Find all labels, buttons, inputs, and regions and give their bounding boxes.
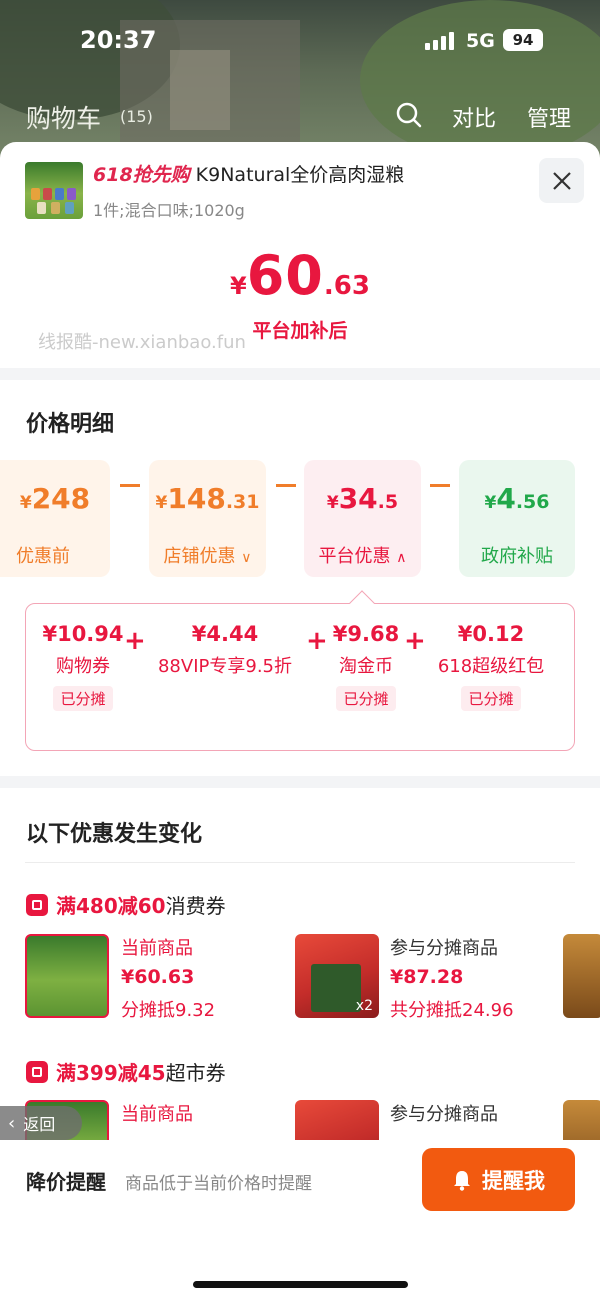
allocated-tag: 已分摊 bbox=[53, 686, 113, 711]
battery-icon: 94 bbox=[503, 29, 543, 51]
status-time: 20:37 bbox=[80, 26, 157, 54]
plus-sign: + bbox=[306, 626, 328, 656]
changes-title: 以下优惠发生变化 bbox=[26, 822, 203, 847]
detail-item: ¥4.44 88VIP专享9.5折 bbox=[157, 622, 292, 677]
breakdown-subsidy: ¥4.56 政府补贴 bbox=[459, 460, 575, 577]
close-button[interactable] bbox=[539, 158, 584, 203]
product-spec: 1件;混合口味;1020g bbox=[93, 201, 245, 220]
section-separator bbox=[0, 776, 600, 788]
coupon-title: 满480减60 消费券 bbox=[26, 890, 226, 919]
current-item-price: ¥60.63 bbox=[121, 966, 195, 988]
allocated-tag: 已分摊 bbox=[461, 686, 521, 711]
current-item-label: 当前商品 bbox=[121, 1104, 193, 1125]
detail-item: ¥10.94 购物券 已分摊 bbox=[38, 622, 128, 711]
back-button[interactable]: ‹ 返回 bbox=[0, 1106, 82, 1140]
close-icon bbox=[552, 171, 571, 190]
compare-button[interactable]: 对比 bbox=[452, 101, 496, 133]
allocated-tag: 已分摊 bbox=[336, 686, 396, 711]
cart-title: 购物车 bbox=[26, 104, 102, 133]
shared-item-image[interactable] bbox=[563, 934, 600, 1018]
breakdown-original: ¥248 优惠前 bbox=[0, 460, 110, 577]
cart-count: (15) bbox=[120, 107, 153, 126]
section-separator bbox=[0, 368, 600, 380]
promo-label: 618抢先购 bbox=[93, 164, 190, 186]
coupon-icon bbox=[26, 1060, 48, 1083]
minus-sign bbox=[120, 484, 140, 487]
bell-icon bbox=[454, 1170, 470, 1191]
breakdown-shop[interactable]: ¥148.31 店铺优惠 ∨ bbox=[149, 460, 266, 577]
network-label: 5G bbox=[466, 30, 495, 52]
price-detail-sheet: 618抢先购 K9Natural全价高肉湿粮 1件;混合口味;1020g ¥60.… bbox=[0, 142, 600, 1300]
product-title: 618抢先购 K9Natural全价高肉湿粮 bbox=[93, 160, 404, 187]
price-alert-desc: 商品低于当前价格时提醒 bbox=[125, 1174, 312, 1194]
final-price-int: 60 bbox=[246, 244, 324, 307]
platform-discount-details: ¥10.94 购物券 已分摊 + ¥4.44 88VIP专享9.5折 + ¥9.… bbox=[25, 603, 575, 751]
search-icon[interactable] bbox=[396, 102, 422, 128]
minus-sign bbox=[430, 484, 450, 487]
back-label: 返回 bbox=[23, 1115, 56, 1134]
cart-nav: 购物车 (15) 对比 管理 bbox=[0, 95, 600, 140]
breakdown-platform[interactable]: ¥34.5 平台优惠 ∧ bbox=[304, 460, 421, 577]
remind-me-label: 提醒我 bbox=[482, 1168, 545, 1193]
price-alert-title: 降价提醒 bbox=[26, 1170, 106, 1194]
quantity-badge: x2 bbox=[355, 998, 373, 1014]
breakdown-title: 价格明细 bbox=[26, 412, 115, 437]
watermark: 线报酷-new.xianbao.fun bbox=[38, 332, 246, 353]
remind-me-button[interactable]: 提醒我 bbox=[422, 1148, 575, 1211]
chevron-down-icon: ∨ bbox=[241, 550, 252, 566]
final-price-dec: .63 bbox=[323, 271, 370, 301]
shared-item-label: 参与分摊商品 bbox=[390, 938, 498, 959]
product-name: K9Natural全价高肉湿粮 bbox=[195, 164, 405, 186]
detail-item: ¥9.68 淘金币 已分摊 bbox=[326, 622, 406, 711]
current-item-note: 分摊抵9.32 bbox=[121, 1000, 216, 1021]
final-price: ¥60.63 bbox=[230, 244, 370, 307]
shared-item-price: ¥87.28 bbox=[390, 966, 464, 988]
coupon-title: 满399减45 超市券 bbox=[26, 1057, 226, 1086]
current-item-label: 当前商品 bbox=[121, 938, 193, 959]
detail-item: ¥0.12 618超级红包 已分摊 bbox=[430, 622, 552, 711]
product-thumbnail bbox=[25, 162, 83, 219]
plus-sign: + bbox=[124, 626, 146, 656]
price-alert-bar: 降价提醒 商品低于当前价格时提醒 提醒我 bbox=[0, 1140, 600, 1300]
status-bar: 20:37 5G 94 bbox=[0, 0, 600, 80]
home-indicator bbox=[193, 1281, 408, 1288]
chevron-up-icon: ∧ bbox=[396, 550, 407, 566]
divider bbox=[25, 862, 575, 863]
shared-item-image[interactable]: x2 bbox=[295, 934, 379, 1018]
chevron-left-icon: ‹ bbox=[8, 1112, 16, 1134]
shared-item-label: 参与分摊商品 bbox=[390, 1104, 498, 1125]
shared-item-note: 共分摊抵24.96 bbox=[390, 1000, 514, 1021]
signal-icon bbox=[425, 32, 454, 50]
manage-button[interactable]: 管理 bbox=[527, 101, 571, 133]
plus-sign: + bbox=[404, 626, 426, 656]
current-item-image[interactable] bbox=[25, 934, 109, 1018]
coupon-icon bbox=[26, 893, 48, 916]
minus-sign bbox=[276, 484, 296, 487]
